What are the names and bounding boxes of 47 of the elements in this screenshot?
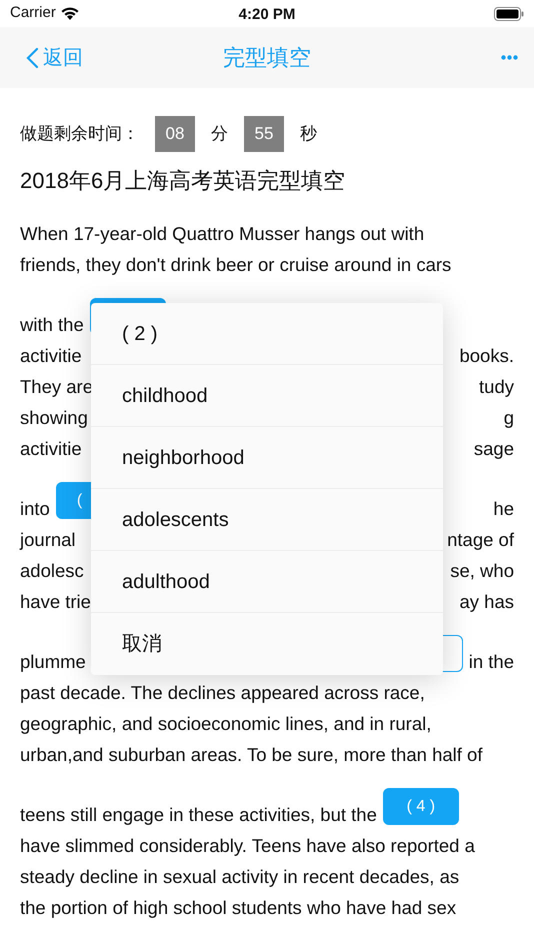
passage-text: past decade. The declines appeared across race, bbox=[20, 680, 425, 705]
passage-text: the portion of high school students who have had sex bbox=[20, 896, 456, 920]
passage-text: have slimmed considerably. Teens have also reported a bbox=[20, 834, 475, 858]
minutes-unit: 分 bbox=[211, 123, 228, 146]
passage-text: plumme bbox=[20, 650, 86, 674]
more-icon bbox=[501, 54, 518, 60]
passage-text: he bbox=[493, 496, 514, 521]
passage-text: tudy bbox=[479, 374, 514, 399]
passage-text: g bbox=[504, 406, 514, 430]
passage-title: 2018年6月上海高考英语完型填空 bbox=[19, 167, 346, 194]
clock-time: 4:20 PM bbox=[238, 5, 296, 25]
passage-text: activitie bbox=[20, 344, 82, 368]
passage-text: journal bbox=[20, 528, 76, 552]
passage-text: When 17-year-old Quattro Musser hangs out with bbox=[20, 222, 424, 246]
menu-option[interactable]: childhood bbox=[91, 365, 443, 427]
passage-text: teens still engage in these activities, but the bbox=[20, 802, 377, 827]
passage-text: in the bbox=[468, 650, 514, 674]
menu-header[interactable]: ( 2 ) bbox=[91, 303, 443, 365]
chevron-left-icon bbox=[26, 46, 39, 68]
menu-option[interactable]: adolescents bbox=[91, 489, 443, 551]
seconds-unit: 秒 bbox=[300, 123, 317, 146]
passage-text: showing bbox=[20, 406, 88, 430]
timer-label: 做题剩余时间： bbox=[20, 123, 139, 146]
passage-text: urban,and suburban areas. To be sure, more than half of bbox=[20, 742, 482, 767]
passage-text: into bbox=[20, 496, 50, 521]
passage-text: friends, they don't drink beer or cruise around in cars bbox=[20, 252, 452, 277]
passage-text: activitie bbox=[20, 436, 82, 461]
passage-text: with the bbox=[20, 312, 84, 337]
passage-text: se, who bbox=[450, 558, 514, 583]
passage-text: ntage of bbox=[447, 528, 514, 552]
passage-text: books. bbox=[459, 344, 514, 368]
passage-text: geographic, and socioeconomic lines, and in rural, bbox=[20, 712, 432, 736]
screen-title: 完型填空 bbox=[223, 45, 311, 70]
passage-text: sage bbox=[474, 436, 514, 461]
menu-option[interactable]: neighborhood bbox=[91, 427, 443, 489]
wifi-icon bbox=[60, 6, 80, 21]
passage-text: steady decline in sexual activity in recent decades, as bbox=[20, 864, 460, 889]
passage-text: adolesc bbox=[20, 558, 84, 583]
passage-text: ay has bbox=[459, 590, 514, 614]
passage-text: have trie bbox=[20, 590, 91, 614]
battery-icon bbox=[494, 6, 524, 20]
seconds-box: 55 bbox=[244, 116, 284, 152]
cancel-option[interactable]: 取消 bbox=[91, 613, 443, 675]
minutes-box: 08 bbox=[155, 116, 195, 152]
menu-option[interactable]: adulthood bbox=[91, 551, 443, 613]
passage-text: They are bbox=[20, 374, 94, 399]
carrier-label: Carrier bbox=[10, 3, 56, 24]
